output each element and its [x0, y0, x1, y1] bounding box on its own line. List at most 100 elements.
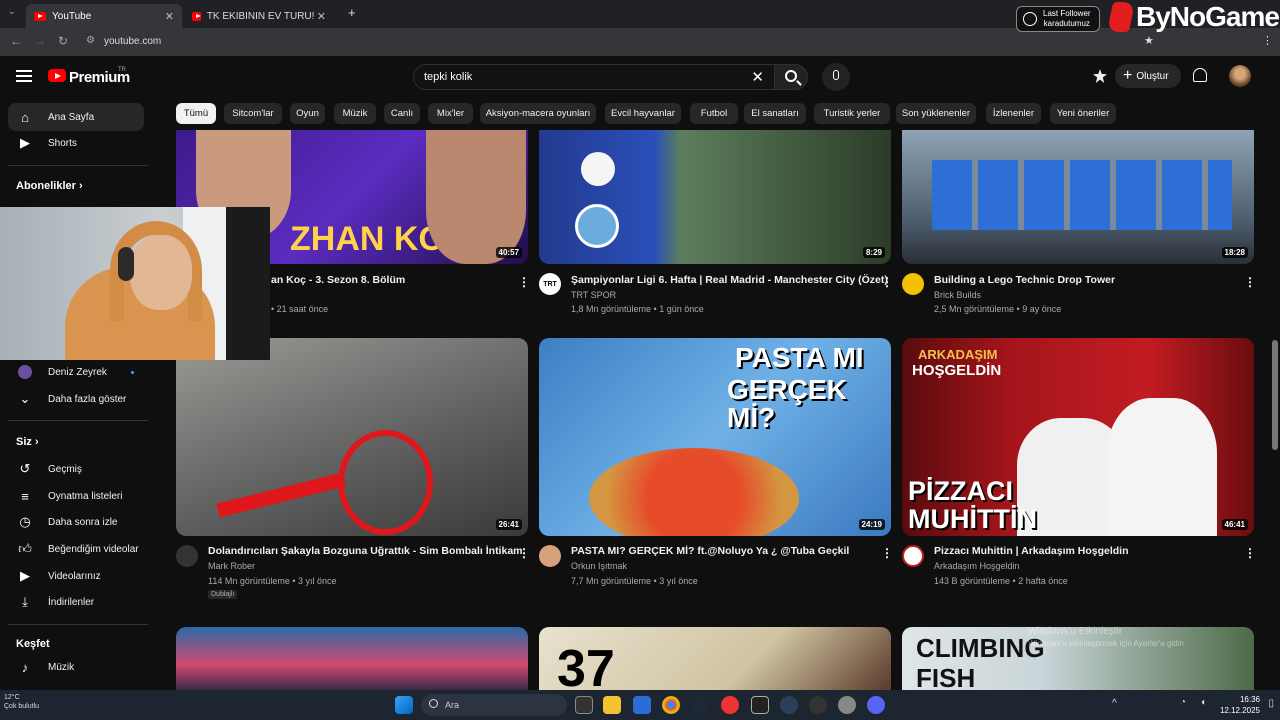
bookmark-star-icon[interactable]: ★ — [1144, 34, 1154, 47]
chip[interactable]: Sitcom'lar — [224, 103, 282, 124]
obs-icon[interactable] — [809, 696, 827, 714]
chip[interactable]: Mix'ler — [428, 103, 473, 124]
chip[interactable]: Yeni öneriler — [1050, 103, 1116, 124]
sidebar-item-your-videos[interactable]: ▶ Videolarınız — [8, 562, 144, 590]
settings-gear-icon[interactable] — [838, 696, 856, 714]
notifications-bell-icon[interactable] — [1193, 68, 1207, 82]
sidebar-item-history[interactable]: ↺ Geçmiş — [8, 455, 144, 483]
search-button[interactable] — [774, 64, 808, 90]
steam-icon[interactable] — [691, 696, 709, 714]
more-options-icon[interactable]: ⋮ — [1244, 275, 1256, 289]
video-title[interactable]: Building a Lego Technic Drop Tower — [934, 274, 1115, 286]
channel-avatar[interactable] — [902, 545, 924, 567]
tab-video[interactable]: TK EKİBİNİN EV TURU! (ORHAN ✕ — [184, 4, 334, 28]
channel-name[interactable]: Orkun Işıtmak — [571, 561, 627, 571]
chip[interactable]: Tümü — [176, 103, 216, 124]
weather-widget[interactable]: 12°C Çok bulutlu — [4, 693, 39, 711]
sidebar-item-subscription[interactable]: Deniz Zeyrek — [8, 358, 144, 386]
chip[interactable]: İzlenenler — [986, 103, 1041, 124]
close-tab-icon[interactable]: ✕ — [165, 10, 174, 23]
discord-icon[interactable] — [867, 696, 885, 714]
new-tab-icon[interactable]: + — [348, 5, 356, 20]
search-input[interactable]: tepki kolik ✕ — [413, 64, 775, 90]
subscriptions-heading[interactable]: Abonelikler › — [16, 180, 83, 192]
video-thumbnail[interactable] — [176, 627, 528, 690]
site-info-icon[interactable]: ⚙ — [86, 35, 95, 46]
clear-search-icon[interactable]: ✕ — [751, 68, 764, 86]
file-explorer-icon[interactable] — [603, 696, 621, 714]
scrollbar-thumb[interactable] — [1272, 340, 1278, 450]
channel-avatar[interactable]: TRT — [539, 273, 561, 295]
task-view-icon[interactable] — [575, 696, 593, 714]
chip[interactable]: Futbol — [690, 103, 738, 124]
create-button[interactable]: + Oluştur — [1115, 64, 1181, 88]
tray-chevron-icon[interactable]: ^ — [1112, 698, 1117, 709]
video-title[interactable]: Dolandırıcıları Şakayla Bozguna Uğrattık… — [208, 545, 523, 557]
hamburger-menu-icon[interactable] — [16, 70, 32, 82]
channel-avatar[interactable] — [902, 273, 924, 295]
browser-menu-icon[interactable]: ⋮ — [1262, 34, 1273, 47]
channel-name[interactable]: Brick Builds — [934, 290, 981, 300]
url-field[interactable]: youtube.com — [104, 36, 161, 47]
scrollbar[interactable] — [1270, 100, 1280, 690]
chip[interactable]: Oyun — [290, 103, 325, 124]
channel-avatar[interactable] — [176, 545, 198, 567]
video-thumbnail[interactable]: 8:29 — [539, 130, 891, 264]
sparkle-icon[interactable] — [1093, 69, 1107, 83]
close-tab-icon[interactable]: ✕ — [317, 10, 326, 23]
video-thumbnail[interactable]: ARKADAŞIM HOŞGELDİN PİZZACI MUHİTTİN 46:… — [902, 338, 1254, 536]
sidebar-item-watch-later[interactable]: ◷ Daha sonra izle — [8, 508, 144, 536]
video-thumbnail[interactable]: 18:28 — [902, 130, 1254, 264]
video-title[interactable]: Pizzacı Muhittin | Arkadaşım Hoşgeldin — [934, 545, 1129, 557]
taskbar-clock[interactable]: 16:36 12.12.2025 — [1220, 694, 1260, 716]
you-heading[interactable]: Siz › — [16, 436, 39, 448]
video-title[interactable]: PASTA MI? GERÇEK Mİ? ft.@Noluyo Ya ¿ @Tu… — [571, 545, 849, 557]
more-options-icon[interactable]: ⋮ — [881, 275, 893, 289]
chip[interactable]: Canlı — [384, 103, 420, 124]
video-thumbnail[interactable]: PASTA MI GERÇEK Mİ? 24:19 — [539, 338, 891, 536]
volume-icon[interactable]: ◖ — [1200, 697, 1206, 708]
video-title[interactable]: an Koç - 3. Sezon 8. Bölüm — [271, 274, 405, 286]
youtube-logo-icon[interactable] — [48, 69, 66, 82]
sidebar-item-shorts[interactable]: ▶ Shorts — [8, 129, 144, 157]
app-red-icon[interactable] — [721, 696, 739, 714]
video-title[interactable]: Şampiyonlar Ligi 6. Hafta | Real Madrid … — [571, 274, 888, 286]
more-options-icon[interactable]: ⋮ — [881, 546, 893, 560]
voice-search-button[interactable] — [822, 63, 850, 91]
chip[interactable]: Son yüklenenler — [896, 103, 976, 124]
more-options-icon[interactable]: ⋮ — [1244, 546, 1256, 560]
channel-name[interactable]: TRT SPOR — [571, 290, 616, 300]
chip[interactable]: Turistik yerler — [814, 103, 890, 124]
sidebar-item-home[interactable]: ⌂ Ana Sayfa — [8, 103, 144, 131]
tab-list-icon[interactable]: ⌄ — [8, 6, 16, 17]
wifi-icon[interactable]: ◔ — [1180, 697, 1186, 708]
more-options-icon[interactable]: ⋮ — [518, 546, 530, 560]
notification-bell-icon[interactable]: ▯ — [1268, 698, 1274, 709]
channel-name[interactable]: Mark Rober — [208, 561, 255, 571]
show-more-button[interactable]: ⌄ Daha fazla göster — [8, 385, 144, 413]
chip[interactable]: Aksiyon-macera oyunları — [480, 103, 596, 124]
reload-icon[interactable]: ↻ — [58, 34, 68, 48]
tab-youtube[interactable]: YouTube ✕ — [26, 4, 182, 28]
channel-name[interactable]: Arkadaşım Hoşgeldin — [934, 561, 1020, 571]
chip[interactable]: El sanatları — [744, 103, 806, 124]
back-icon[interactable]: ← — [10, 34, 22, 48]
steam-icon[interactable] — [780, 696, 798, 714]
sidebar-item-playlists[interactable]: ≡ Oynatma listeleri — [8, 482, 144, 510]
chip[interactable]: Evcil hayvanlar — [605, 103, 681, 124]
channel-avatar[interactable] — [539, 545, 561, 567]
account-avatar[interactable] — [1229, 65, 1251, 87]
sidebar-item-liked[interactable]: 👍︎ Beğendiğim videolar — [8, 535, 144, 563]
video-thumbnail[interactable]: 37 — [539, 627, 891, 690]
chip[interactable]: Müzik — [334, 103, 376, 124]
epic-games-icon[interactable] — [751, 696, 769, 714]
windows-start-icon[interactable] — [395, 696, 413, 714]
video-thumbnail[interactable]: 26:41 — [176, 338, 528, 536]
forward-icon[interactable]: → — [34, 34, 46, 48]
chrome-icon[interactable] — [662, 696, 680, 714]
store-icon[interactable] — [633, 696, 651, 714]
sidebar-item-downloads[interactable]: ⤓ İndirilenler — [8, 588, 144, 616]
taskbar-search[interactable]: Ara — [421, 694, 567, 716]
sidebar-item-music[interactable]: ♪ Müzik — [8, 653, 144, 681]
more-options-icon[interactable]: ⋮ — [518, 275, 530, 289]
